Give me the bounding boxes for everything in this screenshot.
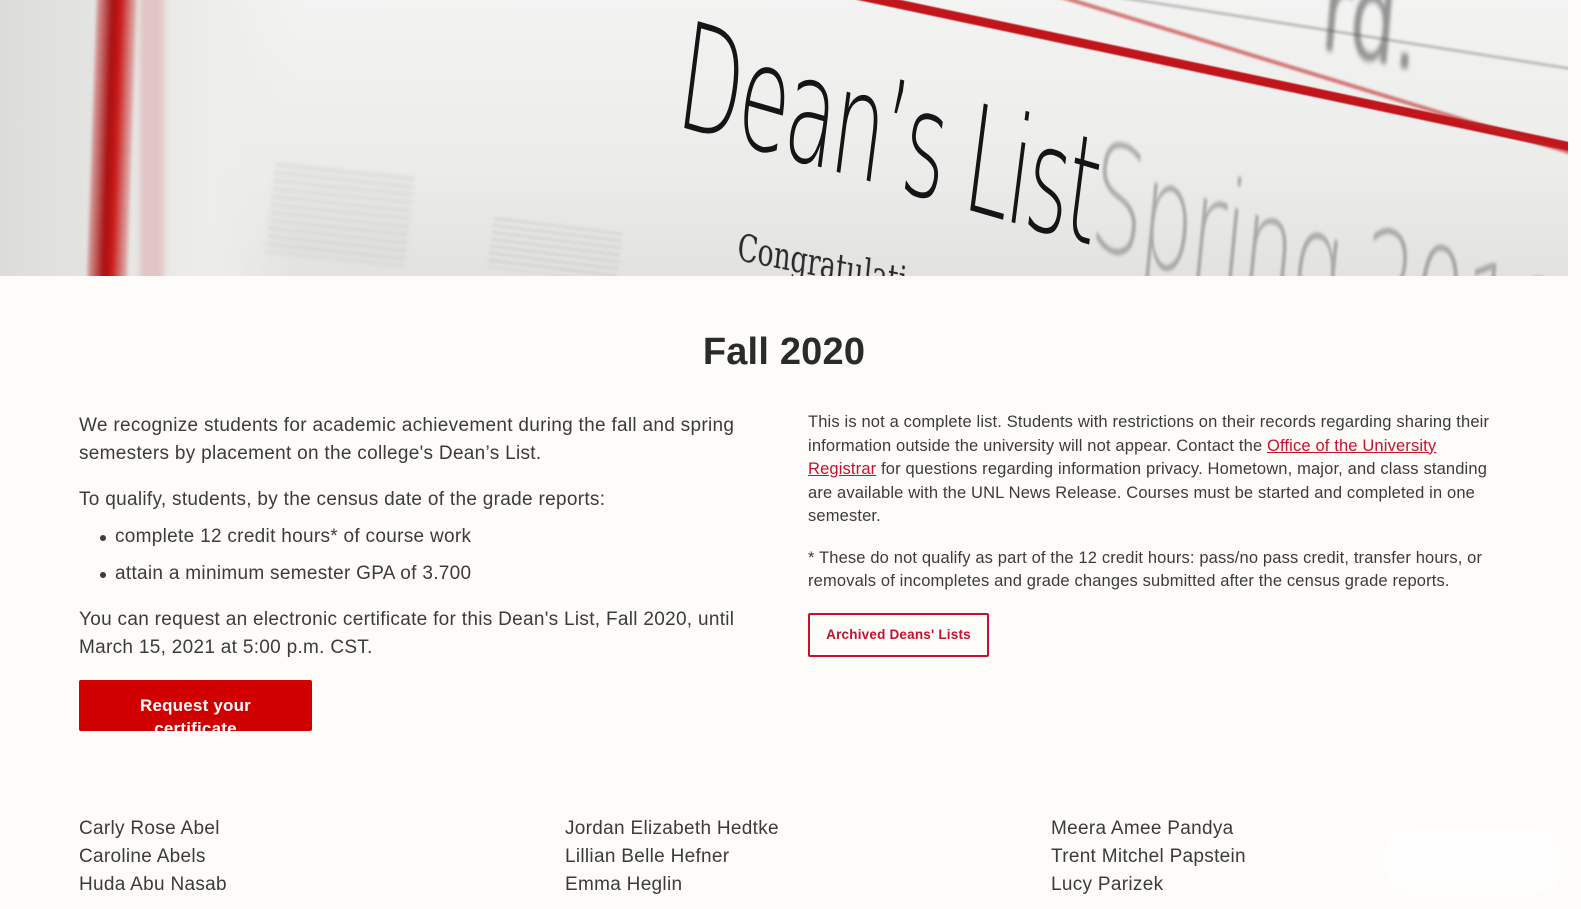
hero-banner-image: rd. Spring 2018 R Dean’s List Congratula… xyxy=(0,0,1568,276)
intro-paragraph: We recognize students for academic achie… xyxy=(79,415,735,464)
scrollbar-track[interactable] xyxy=(1568,0,1581,909)
page-title: Fall 2020 xyxy=(702,331,866,373)
notice-paragraph: This is not a complete list. Students wi… xyxy=(808,411,1494,529)
page: rd. Spring 2018 R Dean’s List Congratula… xyxy=(0,0,1581,909)
requirements-list: complete 12 credit hours* of course work… xyxy=(79,523,759,588)
notice-column: This is not a complete list. Students wi… xyxy=(808,411,1494,657)
archived-lists-button[interactable]: Archived Deans' Lists xyxy=(808,612,989,657)
hero-banner-title: Dean’s List xyxy=(669,0,1107,276)
certificate-paragraph: You can request an electronic certificat… xyxy=(79,609,735,658)
hero-pink-bar xyxy=(140,0,164,276)
notice-text: for questions regarding information priv… xyxy=(808,460,1488,525)
hero-faded-text-block xyxy=(487,217,623,276)
names-column-1: Carly Rose Abel Caroline Abels Huda Abu … xyxy=(79,815,227,899)
qualify-paragraph: To qualify, students, by the census date… xyxy=(79,489,606,510)
student-name: Caroline Abels xyxy=(79,846,206,867)
footnote-paragraph: * These do not qualify as part of the 12… xyxy=(808,548,1483,591)
student-name: Trent Mitchel Papstein xyxy=(1051,846,1246,867)
hero-banner-subtext: Congratulati xyxy=(735,225,909,276)
requirement-item: complete 12 credit hours* of course work xyxy=(79,523,759,551)
names-column-2: Jordan Elizabeth Hedtke Lillian Belle He… xyxy=(565,815,779,899)
student-name: Carly Rose Abel xyxy=(79,818,220,839)
student-name: Meera Amee Pandya xyxy=(1051,818,1234,839)
student-name: Lillian Belle Hefner xyxy=(565,846,730,867)
intro-column: We recognize students for academic achie… xyxy=(79,412,759,739)
hero-faded-glyphs: rd. xyxy=(1316,0,1425,100)
student-name: Jordan Elizabeth Hedtke xyxy=(565,818,779,839)
request-certificate-button[interactable]: Request your certificate xyxy=(79,680,312,738)
bottom-fade xyxy=(0,893,1581,909)
hero-faded-text-block xyxy=(265,162,415,268)
hero-faded-text: Spring 2018 R xyxy=(1085,108,1568,276)
floating-widget xyxy=(1388,832,1558,892)
requirement-item: attain a minimum semester GPA of 3.700 xyxy=(79,560,759,588)
names-column-3: Meera Amee Pandya Trent Mitchel Papstein… xyxy=(1051,815,1246,899)
